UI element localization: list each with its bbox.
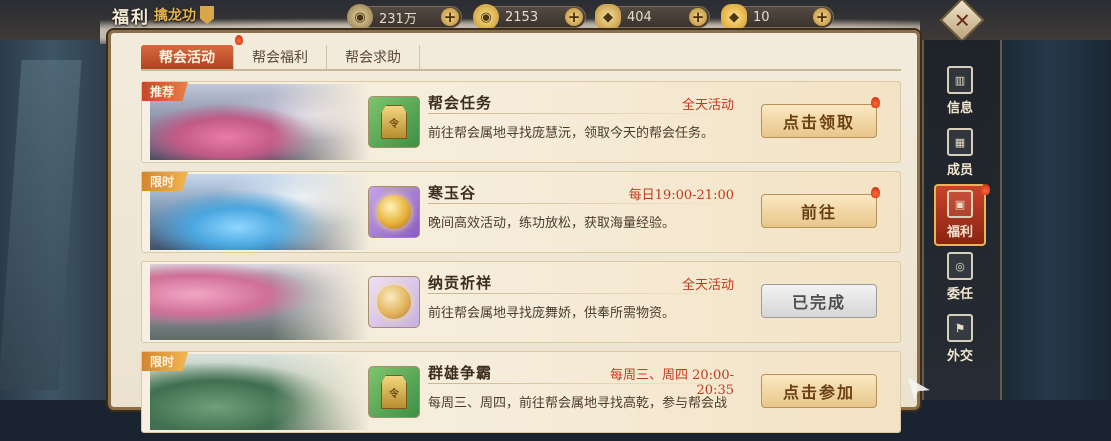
limited-tag: 限时	[142, 172, 189, 191]
activity-desc: 前往帮会属地寻找庞舞娇，供奉所需物资。	[428, 306, 676, 321]
resource-value: 10	[753, 9, 770, 25]
limited-tag: 限时	[142, 352, 189, 371]
resource-gold: ◉ 2153 +	[473, 4, 586, 30]
resource-silver-ingot: ◆ 404 +	[595, 4, 710, 30]
main-panel: 帮会活动 帮会福利 帮会求助 推荐 令 帮会任务 全天活动 前往帮会属地寻找庞慧…	[108, 30, 920, 433]
members-icon: ▦	[947, 128, 973, 156]
activity-desc: 每周三、周四，前往帮会属地寻找高乾，参与帮会战	[428, 396, 728, 411]
activity-desc: 前往帮会属地寻找庞慧沅，领取今天的帮会任务。	[428, 126, 715, 141]
activity-time: 每日19:00-21:00	[628, 188, 734, 203]
panel-content: 帮会活动 帮会福利 帮会求助 推荐 令 帮会任务 全天活动 前往帮会属地寻找庞慧…	[141, 35, 901, 433]
join-button[interactable]: 点击参加	[761, 374, 877, 408]
goto-button[interactable]: 前往	[761, 187, 880, 228]
activity-row: 限时 寒玉谷 每日19:00-21:00 晚间高效活动，练功放松，获取海量经验。…	[141, 171, 901, 253]
activity-title: 群雄争霸	[428, 364, 493, 382]
activity-title: 寒玉谷	[428, 184, 477, 202]
flag-icon: ⚑	[947, 314, 973, 342]
side-nav-label: 福利	[946, 225, 973, 240]
activity-icon: 令	[368, 96, 420, 148]
tab-guild-activities[interactable]: 帮会活动	[141, 35, 243, 69]
resource-value: 2153	[505, 9, 539, 25]
button-label: 已完成	[791, 293, 846, 312]
add-gold-ingot-button[interactable]: +	[813, 8, 831, 26]
activity-title: 纳贡祈祥	[428, 274, 493, 292]
gold-coin-icon: ◉	[473, 4, 499, 30]
scroll-icon: ▥	[947, 66, 973, 94]
ingot-icon: ◆	[595, 4, 621, 30]
activity-list: 推荐 令 帮会任务 全天活动 前往帮会属地寻找庞慧沅，领取今天的帮会任务。 点击…	[141, 81, 901, 441]
tab-guild-help[interactable]: 帮会求助	[327, 45, 420, 69]
activity-row: 推荐 令 帮会任务 全天活动 前往帮会属地寻找庞慧沅，领取今天的帮会任务。 点击…	[141, 81, 901, 163]
divider	[428, 383, 734, 384]
activity-icon	[368, 186, 420, 238]
add-gold-button[interactable]: +	[565, 8, 583, 26]
divider	[428, 293, 734, 294]
add-ingot-button[interactable]: +	[689, 8, 707, 26]
page-subtitle: 擒龙功	[154, 8, 196, 24]
close-icon: ✕	[953, 7, 971, 32]
button-label: 点击参加	[782, 383, 855, 402]
activity-title: 帮会任务	[428, 94, 493, 112]
recommend-tag: 推荐	[142, 82, 189, 101]
seal-icon: ◎	[947, 252, 973, 280]
side-nav-label: 成员	[946, 163, 973, 178]
activity-icon: 令	[368, 366, 420, 418]
side-nav-label: 委任	[946, 287, 973, 302]
gold-ingot-icon: ◆	[721, 4, 747, 30]
resource-value: 404	[627, 9, 652, 25]
activity-image	[150, 264, 370, 340]
side-nav-label: 外交	[946, 349, 973, 364]
add-copper-button[interactable]: +	[441, 8, 459, 26]
activity-desc: 晚间高效活动，练功放松，获取海量经验。	[428, 216, 676, 231]
coin-icon	[377, 285, 411, 319]
gold-coin-icon	[377, 195, 411, 229]
divider	[428, 203, 734, 204]
resource-value: 231万	[379, 11, 417, 27]
completed-button[interactable]: 已完成	[761, 284, 877, 318]
coin-icon: ◉	[347, 4, 373, 30]
button-label: 点击领取	[782, 113, 855, 132]
token-icon: 令	[381, 105, 407, 139]
activity-icon	[368, 276, 420, 328]
notification-dot	[981, 184, 990, 195]
tab-bar: 帮会活动 帮会福利 帮会求助	[141, 35, 901, 71]
button-label: 前往	[800, 203, 837, 222]
resource-copper: ◉ 231万 +	[347, 4, 462, 30]
activity-time: 全天活动	[681, 98, 734, 113]
activity-row: 纳贡祈祥 全天活动 前往帮会属地寻找庞舞娇，供奉所需物资。 已完成	[141, 261, 901, 343]
side-nav-label: 信息	[946, 101, 973, 116]
side-nav: ▥ 信息 ▦ 成员 ▣ 福利 ◎ 委任 ⚑ 外交	[934, 60, 990, 370]
side-nav-diplomacy[interactable]: ⚑ 外交	[934, 308, 986, 370]
divider	[428, 113, 734, 114]
gift-icon: ▣	[947, 190, 973, 218]
side-nav-info[interactable]: ▥ 信息	[934, 60, 986, 122]
background-right	[991, 0, 1111, 400]
claim-button[interactable]: 点击领取	[761, 97, 880, 138]
window-title: 福利 擒龙功	[112, 2, 214, 28]
side-nav-appoint[interactable]: ◎ 委任	[934, 246, 986, 308]
tab-guild-welfare[interactable]: 帮会福利	[234, 45, 327, 69]
resource-gold-ingot: ◆ 10 +	[721, 4, 834, 30]
page-title: 福利	[112, 7, 150, 28]
activity-time: 全天活动	[681, 278, 734, 293]
token-icon: 令	[381, 375, 407, 409]
side-nav-members[interactable]: ▦ 成员	[934, 122, 986, 184]
badge-icon	[200, 6, 214, 24]
notification-dot	[871, 187, 880, 198]
side-nav-welfare[interactable]: ▣ 福利	[934, 184, 990, 246]
notification-dot	[871, 97, 880, 108]
activity-row: 限时 令 群雄争霸 每周三、周四 20:00-20:35 每周三、周四，前往帮会…	[141, 351, 901, 433]
